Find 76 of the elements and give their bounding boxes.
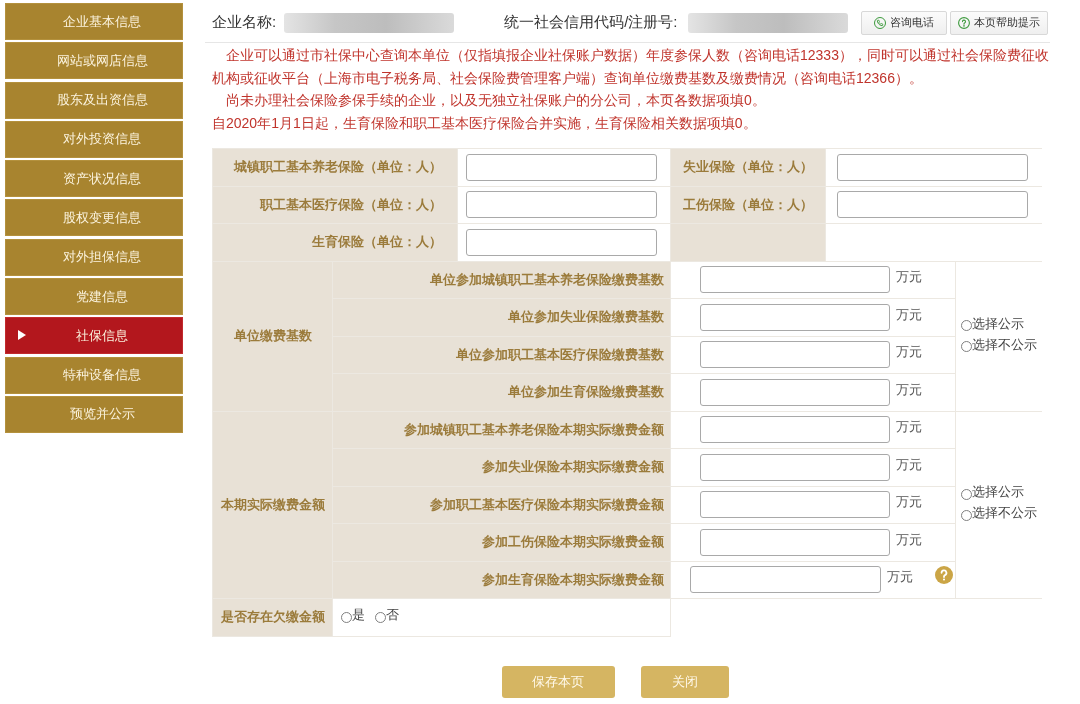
action-button[interactable]: 关闭 xyxy=(640,665,729,698)
action-button[interactable]: 保存本页 xyxy=(501,665,615,698)
radio-button[interactable] xyxy=(961,341,972,352)
notice-text: 尚未办理社会保险参保手续的企业，以及无独立社保账户的分公司，本页各数据项填0。 xyxy=(225,91,767,110)
field-label: 单位参加失业保险缴费基数 xyxy=(508,308,664,327)
field-label: 参加城镇职工基本养老保险本期实际缴费金额 xyxy=(404,420,664,439)
field-label: 单位参加城镇职工基本养老保险缴费基数 xyxy=(430,270,664,289)
input-field[interactable] xyxy=(700,303,890,331)
field-label: 职工基本医疗保险（单位：人） xyxy=(260,195,442,214)
sidebar-item[interactable]: 预览并公示 xyxy=(5,395,183,433)
unit-label: 万元 xyxy=(896,380,922,399)
sidebar-item[interactable]: 对外担保信息 xyxy=(5,238,183,276)
input-field[interactable] xyxy=(837,153,1028,181)
input-field[interactable] xyxy=(700,528,890,556)
input-field[interactable] xyxy=(466,228,657,256)
radio-label: 选择公示 xyxy=(972,315,1024,333)
input-field[interactable] xyxy=(700,416,890,444)
sidebar-item[interactable]: 对外投资信息 xyxy=(5,120,183,158)
input-field[interactable] xyxy=(466,191,657,219)
field-label: 城镇职工基本养老保险（单位：人） xyxy=(234,158,442,177)
unit-label: 万元 xyxy=(887,568,913,587)
input-field[interactable] xyxy=(690,566,881,594)
field-label: 企业名称: xyxy=(212,13,277,32)
input-field[interactable] xyxy=(700,266,890,294)
radio-button[interactable] xyxy=(375,611,386,623)
help-icon xyxy=(958,16,970,29)
field-label: 是否存在欠缴金额 xyxy=(220,608,325,627)
input-field[interactable] xyxy=(700,341,890,369)
input-field[interactable] xyxy=(700,491,890,519)
input-field[interactable] xyxy=(837,191,1028,219)
unit-label: 万元 xyxy=(896,530,922,549)
radio-label: 否 xyxy=(386,607,399,625)
section-title: 本期实际缴费金额 xyxy=(220,495,325,514)
header-button[interactable]: 咨询电话 xyxy=(861,10,947,35)
sidebar-item[interactable]: 社保信息 xyxy=(5,317,183,355)
input-field[interactable] xyxy=(700,378,890,406)
unit-label: 万元 xyxy=(896,455,922,474)
sidebar-item[interactable]: 股东及出资信息 xyxy=(5,81,183,119)
sidebar-item[interactable]: 党建信息 xyxy=(5,278,183,316)
header-button[interactable]: 本页帮助提示 xyxy=(950,10,1048,35)
input-field[interactable] xyxy=(466,153,657,181)
field-label: 生育保险（单位：人） xyxy=(312,233,442,252)
radio-button[interactable] xyxy=(341,611,352,623)
radio-label: 是 xyxy=(352,607,365,625)
field-label: 参加工伤保险本期实际缴费金额 xyxy=(482,533,664,552)
triangle-icon xyxy=(18,330,26,341)
sidebar-item[interactable]: 网站或网店信息 xyxy=(5,42,183,80)
field-label: 单位参加生育保险缴费基数 xyxy=(508,383,664,402)
radio-label: 选择公示 xyxy=(972,484,1024,502)
unit-label: 万元 xyxy=(896,493,922,512)
field-label: 失业保险（单位：人） xyxy=(683,158,813,177)
unit-label: 万元 xyxy=(896,305,922,324)
sidebar-item[interactable]: 企业基本信息 xyxy=(5,3,183,40)
unit-label: 万元 xyxy=(896,418,922,437)
input-field[interactable] xyxy=(700,453,890,481)
field-label: 参加职工基本医疗保险本期实际缴费金额 xyxy=(430,495,664,514)
section-title: 单位缴费基数 xyxy=(233,327,312,345)
radio-button[interactable] xyxy=(961,320,972,331)
radio-label: 选择不公示 xyxy=(972,336,1037,354)
notice-text: 企业可以通过市社保中心查询本单位（仅指填报企业社保账户数据）年度参保人数（咨询电话12333），同时可以通过社会保险费征收机构或征收平台（上海市电子税务局、社会保险费管理客户端）查询单位缴费基数及缴费情况（咨询电话12366）。 xyxy=(212,46,1050,88)
field-label: 参加失业保险本期实际缴费金额 xyxy=(482,458,664,477)
radio-button[interactable] xyxy=(961,488,972,500)
radio-button[interactable] xyxy=(961,509,972,521)
unit-label: 万元 xyxy=(896,268,922,287)
sidebar-item[interactable]: 资产状况信息 xyxy=(5,160,183,198)
phone-icon xyxy=(874,16,886,29)
field-label: 参加生育保险本期实际缴费金额 xyxy=(482,570,664,589)
notice-text: 自2020年1月1日起，生育保险和职工基本医疗保险合并实施，生育保险相关数据项填0。 xyxy=(212,113,758,133)
radio-label: 选择不公示 xyxy=(972,505,1037,523)
field-label: 单位参加职工基本医疗保险缴费基数 xyxy=(456,345,664,364)
field-label: 工伤保险（单位：人） xyxy=(683,195,813,214)
field-label: 统一社会信用代码/注册号: xyxy=(504,13,678,32)
help-icon[interactable] xyxy=(935,565,953,584)
sidebar-item[interactable]: 股权变更信息 xyxy=(5,199,183,237)
sidebar-item[interactable]: 特种设备信息 xyxy=(5,356,183,394)
unit-label: 万元 xyxy=(896,343,922,362)
